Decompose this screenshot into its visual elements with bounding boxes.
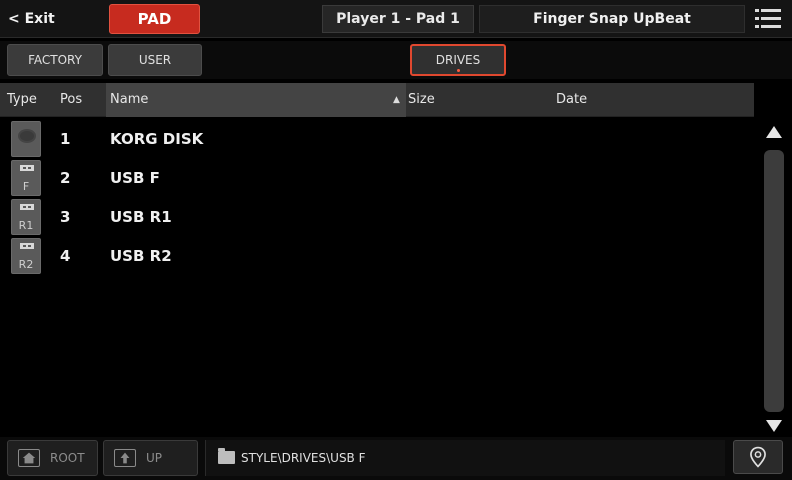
row-name: USB R2 [110,247,172,265]
up-button-label: UP [146,451,163,465]
name-column-highlight [106,83,406,117]
home-icon [18,449,40,467]
tab-drives[interactable]: DRIVES [410,44,506,76]
scroll-down-arrow-icon[interactable] [764,418,784,434]
location-button[interactable] [733,440,783,474]
row-name: KORG DISK [110,130,204,148]
tab-factory[interactable]: FACTORY [7,44,103,76]
current-path: STYLE\DRIVES\USB F [241,451,366,465]
column-header-name[interactable]: Name [110,83,148,117]
column-header-size[interactable]: Size [408,83,435,117]
selected-indicator [457,69,460,72]
tab-user[interactable]: USER [108,44,202,76]
disk-drive-icon [11,121,41,157]
column-header-pos[interactable]: Pos [60,83,82,117]
sort-ascending-icon: ▲ [393,95,400,105]
row-pos: 1 [60,130,71,148]
column-header-type[interactable]: Type [7,83,37,117]
root-button-label: ROOT [50,451,85,465]
usb-drive-icon: R2 [11,238,41,274]
column-header-date[interactable]: Date [556,83,587,117]
table-row[interactable]: R1 3 USB R1 [0,198,754,236]
root-button[interactable]: ROOT [7,440,98,476]
folder-icon [218,448,235,464]
player-pad-label: Player 1 - Pad 1 [322,5,474,33]
pad-mode-button[interactable]: PAD [109,4,200,34]
scroll-up-arrow-icon[interactable] [764,124,784,140]
scrollbar-track[interactable] [764,150,784,412]
row-name: USB F [110,169,160,187]
tab-drives-label: DRIVES [435,53,481,67]
sound-name-display: Finger Snap UpBeat [479,5,745,33]
up-arrow-icon [114,449,136,467]
row-pos: 3 [60,208,71,226]
menu-icon[interactable] [755,9,781,29]
location-pin-icon [750,446,766,468]
usb-drive-icon: R1 [11,199,41,235]
table-row[interactable]: R2 4 USB R2 [0,237,754,275]
usb-drive-icon: F [11,160,41,196]
row-name: USB R1 [110,208,172,226]
up-button[interactable]: UP [103,440,198,476]
table-row[interactable]: 1 KORG DISK [0,120,754,158]
table-row[interactable]: F 2 USB F [0,159,754,197]
exit-button[interactable]: < Exit [8,6,55,32]
row-pos: 4 [60,247,71,265]
row-pos: 2 [60,169,71,187]
